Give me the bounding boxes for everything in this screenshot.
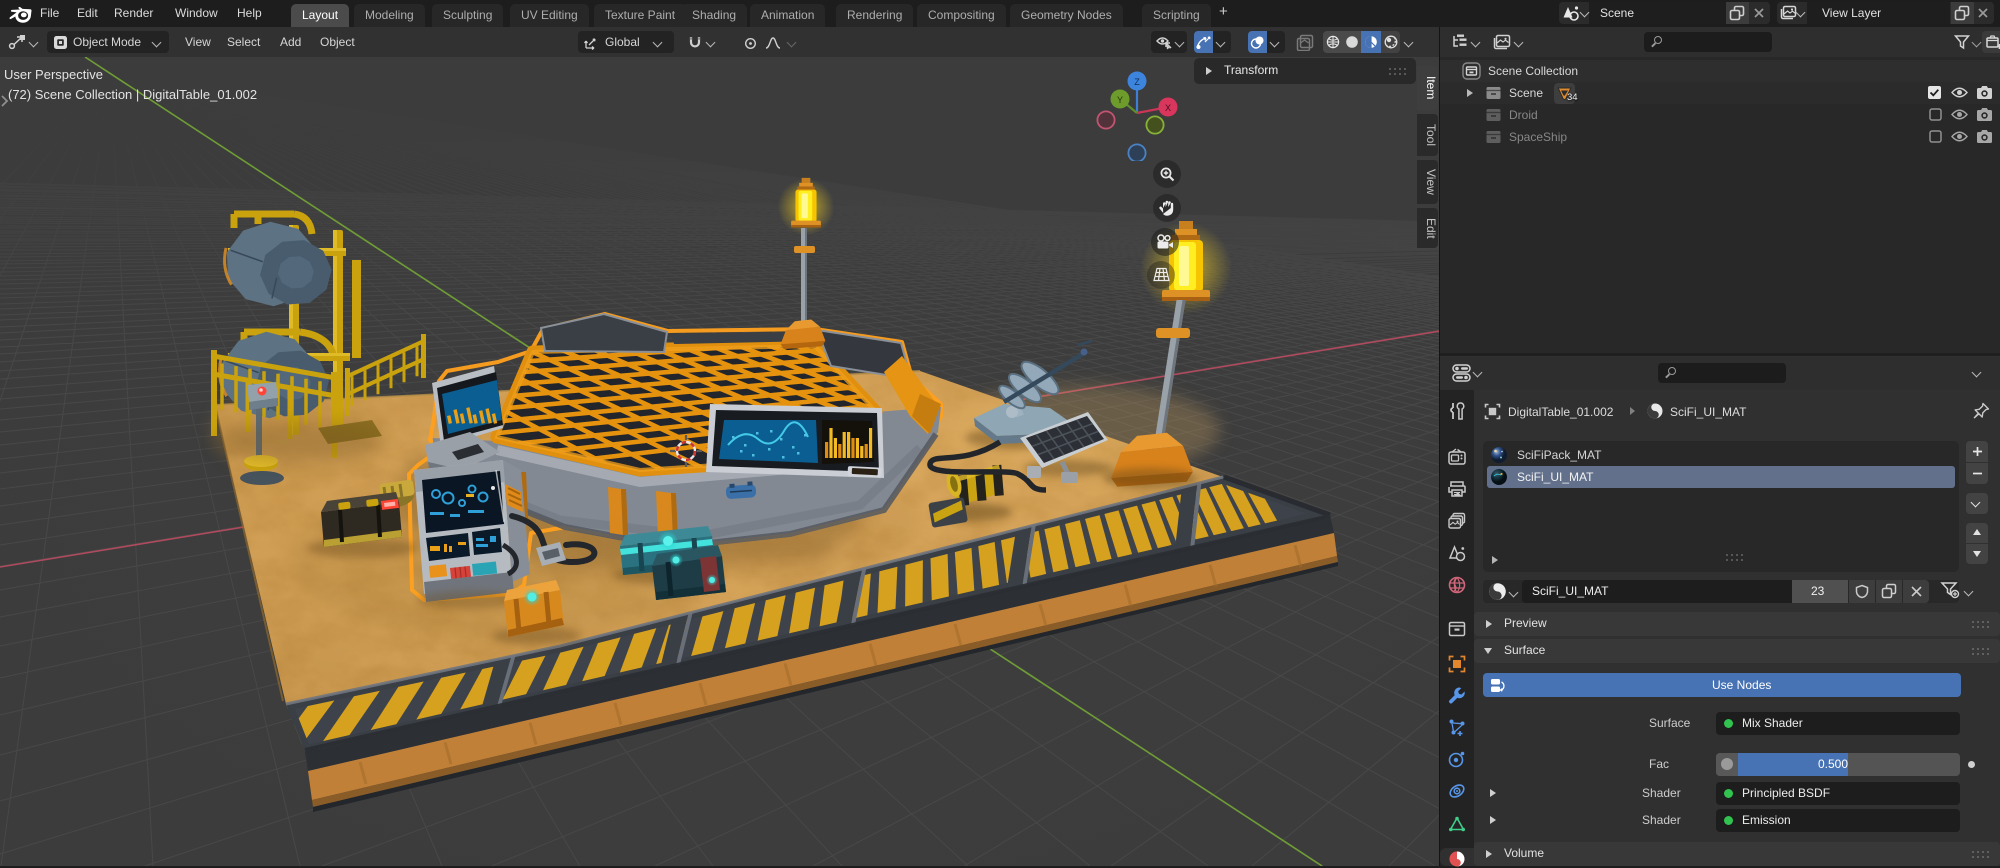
svg-text:Z: Z xyxy=(1134,77,1140,87)
svg-text:Y: Y xyxy=(1117,95,1123,105)
svg-text:X: X xyxy=(1165,103,1171,113)
